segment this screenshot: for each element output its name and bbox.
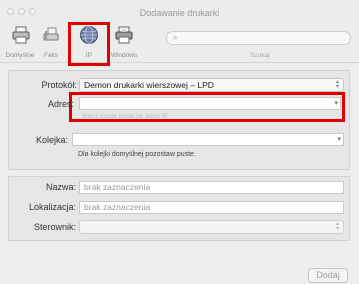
search-input[interactable] <box>183 33 343 43</box>
toolbar-fax-label: Faks <box>43 52 59 59</box>
queue-hint: Dla kolejki domyślnej pozostaw puste. <box>78 151 196 158</box>
location-label: Lokalizacja: <box>28 202 76 212</box>
add-button[interactable]: Dodaj <box>308 268 348 283</box>
location-field[interactable]: brak zaznaczenia <box>79 201 344 214</box>
select-arrows-icon: ▴ ▾ <box>335 79 339 90</box>
queue-label: Kolejka: <box>35 135 68 145</box>
name-label: Nazwa: <box>45 182 76 192</box>
search-icon: ⌕ <box>173 33 178 42</box>
window-title: Dodawanie drukarki <box>139 8 220 18</box>
address-combo[interactable]: ▾ <box>79 97 341 110</box>
windows-printer-icon <box>115 26 133 44</box>
printer-icon <box>12 26 30 44</box>
name-field[interactable]: brak zaznaczenia <box>79 181 344 194</box>
toolbar-default-button[interactable] <box>8 25 34 45</box>
toolbar-fax-button[interactable] <box>38 25 64 45</box>
protocol-label: Protokół: <box>41 80 77 90</box>
toolbar-windows-label: Windows <box>110 52 138 59</box>
address-hint: Wpisz nazwę hosta lub adres IP. <box>82 114 169 120</box>
search-label: Szukaj <box>250 52 270 59</box>
chevron-down-icon[interactable]: ▾ <box>334 98 338 109</box>
toolbar-windows-button[interactable] <box>111 25 137 45</box>
search-field[interactable]: ⌕ <box>166 31 351 45</box>
select-arrows-icon: ▴ ▾ <box>335 221 339 232</box>
chevron-down-icon[interactable]: ▾ <box>337 134 341 145</box>
globe-icon <box>80 26 98 44</box>
protocol-value: Demon drukarki wierszowej – LPD <box>84 80 214 90</box>
protocol-select[interactable]: Demon drukarki wierszowej – LPD ▴ ▾ <box>79 78 344 92</box>
toolbar-ip-label: IP <box>85 52 93 59</box>
driver-select[interactable]: ▴ ▾ <box>79 220 344 234</box>
queue-combo[interactable]: ▾ <box>72 133 344 146</box>
fax-icon <box>43 27 59 41</box>
driver-label: Sterownik: <box>33 222 76 232</box>
toolbar-default-label: Domyślne <box>5 52 35 59</box>
address-label: Adres: <box>47 99 74 109</box>
toolbar-ip-button[interactable] <box>76 25 102 45</box>
